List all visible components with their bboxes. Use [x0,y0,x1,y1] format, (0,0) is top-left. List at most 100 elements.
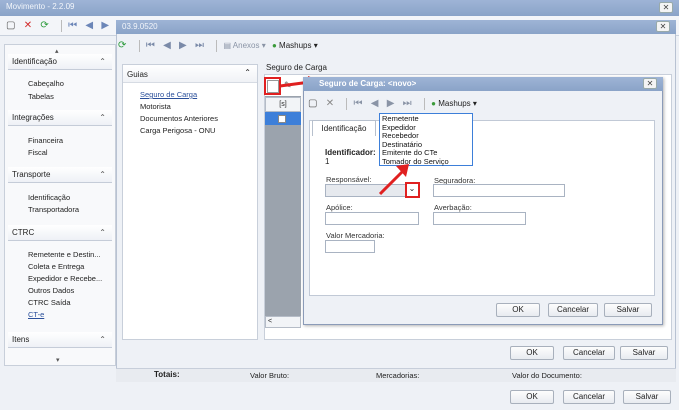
sidebar-section-ctrc[interactable]: CTRC ⌃ [8,225,112,241]
guia-carga-perigosa[interactable]: Carga Perigosa - ONU [140,126,215,135]
sidebar-item-coleta[interactable]: Coleta e Entrega [28,262,84,271]
globe-icon: ● [431,99,436,109]
chevron-up-icon: ⌃ [99,228,106,237]
seguradora-field[interactable] [433,184,565,197]
sidebar-item-cte[interactable]: CT-e [28,310,44,319]
outer-save-button[interactable]: Salvar [623,390,671,404]
sidebar-item-financeira[interactable]: Financeira [28,136,63,145]
apolice-field[interactable] [325,212,419,225]
dialog-title-bar: Seguro de Carga: <novo> ✕ [303,77,663,91]
next-icon[interactable]: ▶ [179,40,187,51]
sidebar-section-integracoes[interactable]: Integrações ⌃ [8,110,112,126]
seguro-section-title: Seguro de Carga [266,63,327,72]
valor-mercadoria-label: Valor Mercadoria: [326,231,385,240]
inner-toolbar: ⟳ ⏮ ◀ ▶ ⏭ ▤ Anexos ▾ ● Mashups ▾ [118,40,418,56]
first-icon[interactable]: ⏮ [354,98,363,109]
next-icon[interactable]: ▶ [387,98,395,109]
sidebar-section-identificacao[interactable]: Identificação ⌃ [8,54,112,70]
sidebar-item-identificacao[interactable]: Identificação [28,193,70,202]
inner-window-title: 03.9.0520 [122,22,158,31]
dialog-tab-panel [309,120,655,296]
inner-ok-button[interactable]: OK [510,346,554,360]
attachment-icon: ▤ [223,41,231,51]
toolbar-separator [60,20,62,32]
sidebar-item-expedidor[interactable]: Expedidor e Recebe... [28,274,102,283]
scroll-down-icon[interactable]: ▾ [56,356,60,364]
sidebar-item-fiscal[interactable]: Fiscal [28,148,48,157]
last-icon[interactable]: ⏭ [403,98,412,109]
anexos-button[interactable]: ▤ Anexos ▾ [223,41,265,50]
prev-icon[interactable]: ◀ [371,98,379,109]
valor-mercadoria-field[interactable] [325,240,375,253]
identificador-label: Identificador: [325,148,376,157]
dialog-mashups-label: Mashups [438,99,471,109]
prev-icon[interactable]: ◀ [163,40,171,51]
delete-icon[interactable]: ✕ [24,20,32,31]
inner-close-button[interactable]: ✕ [656,21,670,32]
dialog-cancel-button[interactable]: Cancelar [548,303,598,317]
inner-save-button[interactable]: Salvar [620,346,668,360]
identificador-value: 1 [325,157,330,166]
outer-cancel-button[interactable]: Cancelar [563,390,615,404]
dialog-close-button[interactable]: ✕ [643,78,657,89]
arrow-annotation-dropdown [378,164,409,196]
grid-selected-row[interactable] [265,112,301,125]
sidebar-section-itens[interactable]: Itens ⌃ [8,332,112,348]
sidebar-section-label: Itens [12,335,30,344]
toolbar-separator [346,98,348,110]
totais-label: Totais: [154,370,180,379]
sidebar-item-transportadora[interactable]: Transportadora [28,205,79,214]
dialog-title: Seguro de Carga: <novo> [319,79,417,88]
dialog-ok-button[interactable]: OK [496,303,540,317]
delete-icon[interactable]: ✕ [326,98,334,109]
sidebar-section-transporte[interactable]: Transporte ⌃ [8,167,112,183]
guia-documentos-anteriores[interactable]: Documentos Anteriores [140,114,218,123]
sidebar-item-tabelas[interactable]: Tabelas [28,92,54,101]
chevron-up-icon: ⌃ [244,68,251,77]
averbacao-label: Averbação: [434,203,472,212]
inner-cancel-button[interactable]: Cancelar [563,346,615,360]
sidebar-section-label: Identificação [12,57,57,66]
new-icon[interactable]: ▢ [308,98,317,109]
sidebar-section-label: Integrações [12,113,54,122]
globe-icon: ● [271,41,277,51]
guia-seguro-de-carga[interactable]: Seguro de Carga [140,90,197,99]
valor-documento-label: Valor do Documento: [512,371,582,380]
row-checkbox[interactable] [278,115,286,123]
outer-ok-button[interactable]: OK [510,390,554,404]
chevron-up-icon: ⌃ [99,335,106,344]
chevron-up-icon: ⌃ [99,170,106,179]
toolbar-separator [138,40,140,52]
sidebar-item-outros-dados[interactable]: Outros Dados [28,286,74,295]
toolbar-separator [423,98,425,110]
mercadorias-label: Mercadorias: [376,371,420,380]
guias-header[interactable]: Guias ⌃ [123,65,257,83]
dialog-mashups-button[interactable]: ● Mashups ▾ [431,99,477,108]
prev-icon[interactable]: ◀ [85,20,93,31]
chevron-up-icon: ⌃ [99,57,106,66]
guia-motorista[interactable]: Motorista [140,102,171,111]
sidebar-item-remetente[interactable]: Remetente e Destin... [28,250,101,259]
responsavel-dropdown-list: Remetente Expedidor Recebedor Destinatár… [379,113,473,166]
averbacao-field[interactable] [433,212,526,225]
new-icon[interactable]: ▢ [6,20,15,31]
dialog-save-button[interactable]: Salvar [604,303,652,317]
sidebar-item-cabecalho[interactable]: Cabeçalho [28,79,64,88]
main-title-bar: Movimento - 2.2.09 ✕ [0,0,679,16]
refresh-icon[interactable]: ⟳ [40,20,48,31]
first-icon[interactable]: ⏮ [146,40,155,51]
main-close-button[interactable]: ✕ [659,2,673,13]
anexos-label: Anexos [232,41,260,51]
mashups-button[interactable]: ● Mashups ▾ [272,41,318,50]
guias-header-label: Guias [127,70,148,79]
sidebar-item-ctrc-saida[interactable]: CTRC Saída [28,298,71,307]
grid-scroll-left-icon[interactable]: < [265,316,301,328]
next-icon[interactable]: ▶ [101,20,109,31]
first-icon[interactable]: ⏮ [68,20,77,31]
last-icon[interactable]: ⏭ [195,40,204,51]
sidebar-section-label: CTRC [12,228,35,237]
tab-identificacao[interactable]: Identificação [312,120,376,136]
refresh-icon[interactable]: ⟳ [118,40,126,51]
toolbar-separator [216,40,218,52]
chevron-up-icon: ⌃ [99,113,106,122]
